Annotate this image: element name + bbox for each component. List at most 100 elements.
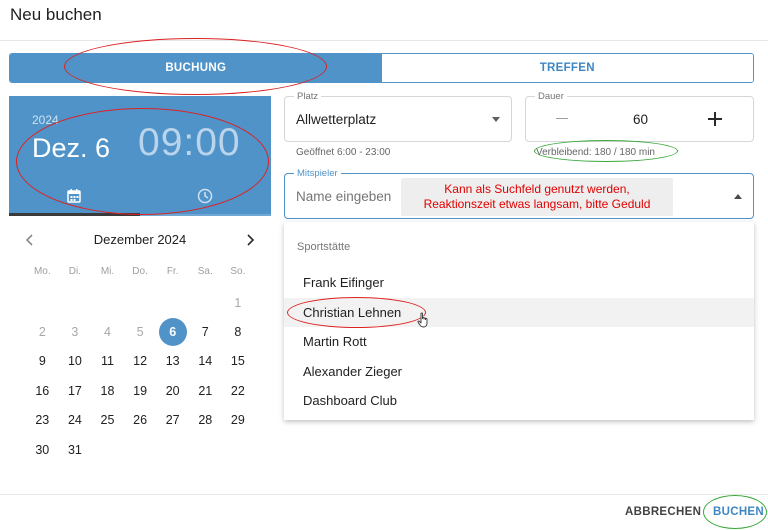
calendar-day[interactable]: 16: [26, 376, 59, 405]
calendar-day-number: 13: [165, 354, 180, 369]
calendar-day-number: 1: [234, 295, 242, 310]
calendar-nav: Dezember 2024: [9, 230, 271, 250]
platz-select[interactable]: Platz Allwetterplatz: [284, 91, 512, 142]
calendar-blank: [156, 288, 189, 317]
menu-item-dashboard-club[interactable]: Dashboard Club: [284, 386, 754, 416]
calendar-day[interactable]: 22: [222, 376, 255, 405]
calendar-day[interactable]: 31: [59, 435, 92, 464]
menu-item-alexander-zieger[interactable]: Alexander Zieger: [284, 357, 754, 387]
booking-tabs: BUCHUNG TREFFEN: [9, 53, 754, 83]
calendar-day[interactable]: 19: [124, 376, 157, 405]
calendar-day[interactable]: 27: [156, 406, 189, 435]
calendar-day-number: 3: [71, 325, 79, 340]
calendar-day-number: 28: [198, 413, 213, 428]
calendar-day-number: 23: [35, 413, 50, 428]
weekday-label: Mi.: [100, 266, 115, 277]
calendar-day[interactable]: 25: [91, 406, 124, 435]
mitspieler-input[interactable]: [296, 189, 396, 204]
datetime-header: 2024 Dez. 6 09:00: [9, 96, 271, 216]
calendar-day[interactable]: 23: [26, 406, 59, 435]
selected-date[interactable]: Dez. 6: [32, 133, 110, 164]
platz-value: Allwetterplatz: [296, 112, 377, 127]
calendar-day[interactable]: 8: [222, 317, 255, 346]
calendar-day-number: 2: [38, 325, 46, 340]
calendar-day[interactable]: 11: [91, 347, 124, 376]
tooltip-line-2: Reaktionszeit etwas langsam, bitte Gedul…: [423, 197, 651, 211]
calendar-blank: [91, 288, 124, 317]
calendar-day[interactable]: 30: [26, 435, 59, 464]
calendar-day: 1: [222, 288, 255, 317]
calendar-day-number: 30: [35, 442, 50, 457]
calendar-day-number: 14: [198, 354, 213, 369]
calendar-day[interactable]: 20: [156, 376, 189, 405]
calendar-month-label: Dezember 2024: [93, 232, 187, 247]
date-tab-indicator: [9, 213, 140, 216]
calendar-day-number: 17: [67, 383, 82, 398]
calendar-day[interactable]: 13: [156, 347, 189, 376]
calendar-day-number: 12: [133, 354, 148, 369]
calendar-day[interactable]: 12: [124, 347, 157, 376]
menu-item-martin-rott[interactable]: Martin Rott: [284, 327, 754, 357]
cancel-button[interactable]: ABBRECHEN: [625, 506, 701, 518]
calendar-day[interactable]: 18: [91, 376, 124, 405]
calendar-day-number: 24: [67, 413, 82, 428]
mitspieler-label: Mitspieler: [294, 168, 341, 179]
hand-cursor-icon: [417, 312, 428, 328]
calendar-day[interactable]: 10: [59, 347, 92, 376]
calendar-grid: Mo. Di. Mi. Do. Fr. Sa. So. 1 2 3 4 5 6 7 8 9 10 11 12 13 14…: [26, 266, 254, 464]
footer-divider: [0, 494, 768, 495]
selected-year[interactable]: 2024: [32, 113, 59, 127]
calendar-day-number: 16: [35, 383, 50, 398]
calendar-day-selected[interactable]: 6: [156, 317, 189, 347]
calendar-day-number: 18: [100, 383, 115, 398]
calendar-day-number: 6: [158, 318, 187, 347]
calendar-day-number: 8: [234, 325, 242, 340]
calendar-day[interactable]: 14: [189, 347, 222, 376]
caret-down-icon[interactable]: [492, 117, 500, 122]
calendar-day[interactable]: 9: [26, 347, 59, 376]
mitspieler-dropdown: Sportstätte Frank Eifinger Christian Leh…: [284, 222, 754, 420]
calendar-day-number: 5: [136, 325, 144, 340]
dauer-stepper: Dauer 60: [525, 91, 754, 142]
platz-hint: Geöffnet 6:00 - 23:00: [296, 147, 391, 158]
tab-buchung[interactable]: BUCHUNG: [10, 54, 382, 82]
tooltip-line-1: Kann als Suchfeld genutzt werden,: [444, 182, 630, 196]
dauer-remaining-hint: Verbleibend: 180 / 180 min: [536, 147, 655, 158]
calendar-day-number: 31: [67, 442, 82, 457]
tab-treffen[interactable]: TREFFEN: [381, 54, 753, 82]
weekday-label: Do.: [132, 266, 148, 277]
selected-time[interactable]: 09:00: [138, 121, 241, 165]
calendar-day-number: 19: [133, 383, 148, 398]
calendar-day-number: 9: [38, 354, 46, 369]
plus-icon[interactable]: [708, 112, 722, 126]
clock-icon[interactable]: [197, 188, 213, 204]
weekday-label: Mo.: [33, 266, 51, 277]
calendar-day-number: 21: [198, 383, 213, 398]
calendar-day-number: 26: [133, 413, 148, 428]
calendar-day[interactable]: 24: [59, 406, 92, 435]
calendar-day-number: 20: [165, 383, 180, 398]
calendar-day-number: 22: [230, 383, 245, 398]
calendar-blank: [189, 288, 222, 317]
calendar-day[interactable]: 29: [222, 406, 255, 435]
calendar-day: 3: [59, 317, 92, 346]
chevron-right-icon[interactable]: [242, 232, 258, 248]
calendar-day[interactable]: 28: [189, 406, 222, 435]
calendar-icon[interactable]: [66, 188, 82, 204]
menu-item-frank-eifinger[interactable]: Frank Eifinger: [284, 268, 754, 298]
book-button[interactable]: BUCHEN: [713, 506, 764, 518]
title-divider: [0, 40, 768, 41]
platz-label: Platz: [294, 91, 322, 102]
calendar-day[interactable]: 17: [59, 376, 92, 405]
calendar-day-number: 7: [201, 325, 209, 340]
calendar-day[interactable]: 21: [189, 376, 222, 405]
calendar-day-number: 15: [230, 354, 245, 369]
search-hint-tooltip: Kann als Suchfeld genutzt werden, Reakti…: [401, 178, 673, 216]
calendar-day-number: 27: [165, 413, 180, 428]
calendar-day[interactable]: 26: [124, 406, 157, 435]
caret-up-icon[interactable]: [734, 194, 742, 199]
calendar-day[interactable]: 7: [189, 317, 222, 346]
dialog-title: Neu buchen: [10, 5, 102, 24]
calendar-day[interactable]: 15: [222, 347, 255, 376]
menu-item-christian-lehnen[interactable]: Christian Lehnen: [284, 297, 754, 327]
